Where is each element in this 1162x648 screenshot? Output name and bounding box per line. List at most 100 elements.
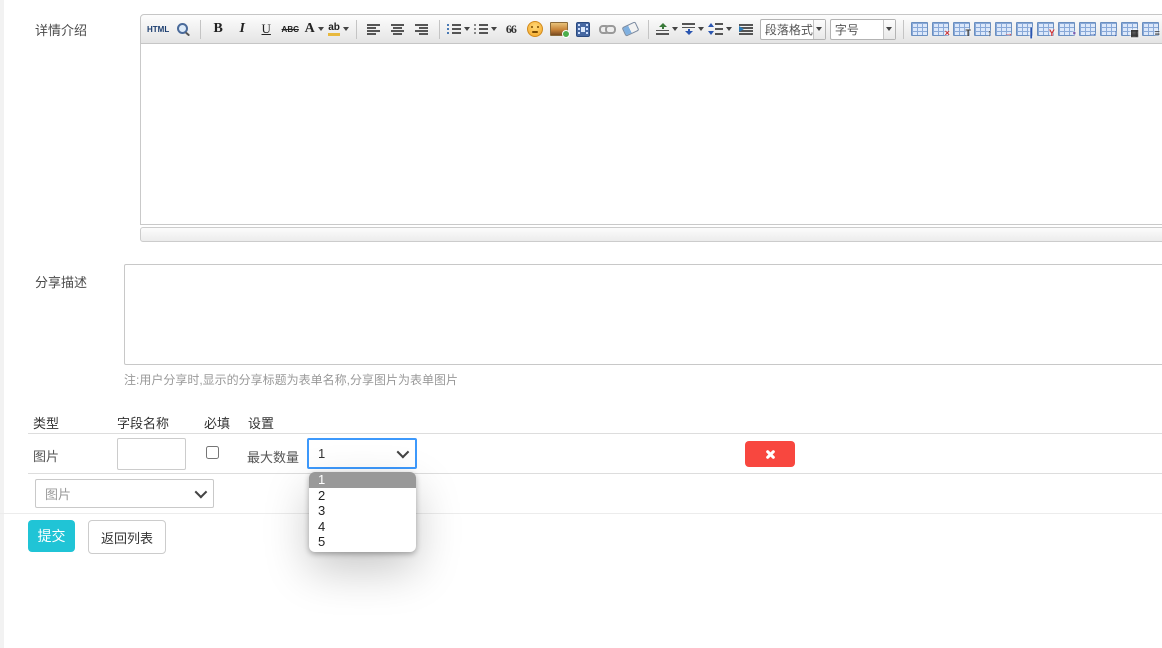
chevron-down-icon: [886, 27, 892, 31]
row-divider: [28, 473, 1162, 474]
page-left-edge: [0, 0, 4, 648]
align-left-icon: [367, 24, 380, 35]
eraser-icon: [622, 21, 640, 36]
blockquote-button[interactable]: 66: [501, 18, 521, 40]
required-checkbox[interactable]: [206, 446, 219, 459]
align-right-icon: [415, 24, 428, 35]
unordered-list-icon: [474, 24, 488, 35]
cell-properties-icon[interactable]: [1058, 22, 1075, 36]
insert-link-button[interactable]: [597, 18, 617, 40]
paragraph-format-select[interactable]: 段落格式: [760, 19, 826, 40]
share-desc-label: 分享描述: [35, 272, 87, 291]
dropdown-option-5[interactable]: 5: [309, 534, 416, 550]
max-count-label: 最大数量: [247, 447, 299, 466]
strikethrough-button[interactable]: ABC: [280, 18, 300, 40]
row-type-label: 图片: [33, 446, 59, 465]
delete-table-icon[interactable]: [932, 22, 949, 36]
select-caret: [883, 20, 895, 39]
arrow-down-lines-icon: [682, 23, 695, 35]
chevron-down-icon: [397, 446, 410, 459]
split-cell-icon[interactable]: [1121, 22, 1138, 36]
insert-column-icon[interactable]: [1016, 22, 1033, 36]
align-center-button[interactable]: [388, 18, 408, 40]
insert-image-button[interactable]: [549, 18, 569, 40]
chevron-down-icon: [726, 27, 732, 31]
col-header-type: 类型: [33, 413, 59, 432]
align-center-icon: [391, 24, 404, 35]
chevron-down-icon: [343, 27, 349, 31]
detail-intro-editor-body[interactable]: [140, 44, 1162, 225]
insert-media-button[interactable]: [573, 18, 593, 40]
section-divider: [0, 513, 1162, 514]
align-right-button[interactable]: [412, 18, 432, 40]
toolbar-separator: [200, 20, 201, 39]
preview-button[interactable]: [173, 18, 193, 40]
dropdown-option-1[interactable]: 1: [309, 472, 416, 488]
max-count-dropdown-popup: 1 2 3 4 5: [309, 472, 416, 552]
close-icon: [764, 448, 776, 460]
indent-icon: [739, 24, 753, 35]
merge-cell-right-icon[interactable]: [1079, 22, 1096, 36]
indent-button[interactable]: [736, 18, 756, 40]
header-divider: [28, 433, 1162, 434]
toolbar-separator: [356, 20, 357, 39]
align-left-button[interactable]: [364, 18, 384, 40]
unordered-list-button[interactable]: [474, 18, 497, 40]
dropdown-option-3[interactable]: 3: [309, 503, 416, 519]
editor-resize-bar[interactable]: [140, 227, 1162, 242]
toolbar-separator: [648, 20, 649, 39]
media-icon: [576, 22, 590, 37]
underline-button[interactable]: U: [256, 18, 276, 40]
line-height-button[interactable]: [708, 18, 732, 40]
insert-row-above-icon[interactable]: [974, 22, 991, 36]
chevron-down-icon: [464, 27, 470, 31]
rich-text-editor: HTML B I U ABC A ab 66: [140, 14, 1162, 242]
remove-format-button[interactable]: [621, 18, 641, 40]
back-to-list-button[interactable]: 返回列表: [88, 520, 166, 554]
ordered-list-button[interactable]: [447, 18, 470, 40]
paragraph-format-label: 段落格式: [761, 21, 813, 38]
delete-row-icon[interactable]: [995, 22, 1012, 36]
font-size-select[interactable]: 字号: [830, 19, 896, 40]
bold-button[interactable]: B: [208, 18, 228, 40]
html-source-button[interactable]: HTML: [147, 18, 169, 40]
form-edit-page: 详情介绍 HTML B I U ABC A ab 66: [0, 0, 1162, 648]
detail-intro-label: 详情介绍: [35, 20, 87, 39]
space-before-button[interactable]: [656, 18, 678, 40]
share-note: 注:用户分享时,显示的分享标题为表单名称,分享图片为表单图片: [124, 371, 458, 388]
highlight-icon: ab: [328, 23, 340, 36]
link-icon: [599, 25, 615, 34]
chevron-down-icon: [672, 27, 678, 31]
select-caret: [813, 20, 825, 39]
chevron-down-icon: [698, 27, 704, 31]
max-count-select-value: 1: [318, 446, 325, 461]
delete-field-button[interactable]: [745, 441, 795, 467]
split-rows-icon[interactable]: [1142, 22, 1159, 36]
highlight-color-button[interactable]: ab: [328, 18, 349, 40]
table-properties-icon[interactable]: [953, 22, 970, 36]
dropdown-option-4[interactable]: 4: [309, 519, 416, 535]
field-name-input[interactable]: [117, 438, 186, 470]
add-field-type-select[interactable]: 图片: [35, 479, 214, 508]
toolbar-separator: [439, 20, 440, 39]
chevron-down-icon: [318, 27, 324, 31]
insert-table-icon[interactable]: [911, 22, 928, 36]
col-header-required: 必填: [204, 413, 230, 432]
line-height-icon: [708, 23, 723, 35]
arrow-up-lines-icon: [656, 23, 669, 35]
space-after-button[interactable]: [682, 18, 704, 40]
col-header-settings: 设置: [248, 413, 274, 432]
emoticon-button[interactable]: [525, 18, 545, 40]
italic-button[interactable]: I: [232, 18, 252, 40]
toolbar-separator: [903, 20, 904, 39]
dropdown-option-2[interactable]: 2: [309, 488, 416, 504]
col-header-field-name: 字段名称: [117, 413, 169, 432]
font-color-button[interactable]: A: [304, 18, 324, 40]
chevron-down-icon: [816, 27, 822, 31]
merge-cell-down-icon[interactable]: [1100, 22, 1117, 36]
max-count-select[interactable]: 1: [307, 438, 417, 469]
submit-button[interactable]: 提交: [28, 520, 75, 552]
share-desc-textarea[interactable]: [124, 264, 1162, 365]
delete-column-icon[interactable]: [1037, 22, 1054, 36]
font-color-icon: A: [305, 21, 315, 37]
